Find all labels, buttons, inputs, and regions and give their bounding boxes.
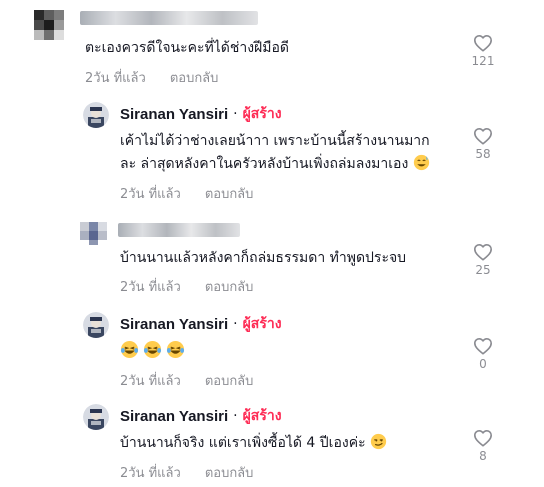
like-button[interactable]: 8: [468, 429, 498, 463]
creator-badge: ผู้สร้าง: [242, 408, 282, 424]
laughing-tears-emoji: [143, 340, 162, 359]
author-row: Siranan Yansiri · ผู้สร้าง: [120, 103, 282, 125]
username[interactable]: Siranan Yansiri: [120, 408, 228, 425]
timestamp: 2วัน ที่แล้ว: [120, 374, 181, 389]
like-count: 58: [475, 147, 491, 161]
comment-text-line-2: ละ ล่าสุดหลังคาในครัวหลังบ้านเพิ่งถล่มลง…: [120, 156, 409, 172]
avatar[interactable]: [83, 312, 109, 338]
reply-button[interactable]: ตอบกลับ: [205, 462, 254, 483]
username[interactable]: Siranan Yansiri: [120, 316, 228, 333]
reply-button[interactable]: ตอบกลับ: [205, 276, 254, 297]
timestamp: 2วัน ที่แล้ว: [120, 466, 181, 481]
smirk-emoji: [370, 433, 387, 450]
comment-meta: 2วัน ที่แล้ว ตอบกลับ: [85, 67, 218, 88]
avatar[interactable]: [78, 218, 108, 246]
like-button[interactable]: 58: [468, 127, 498, 161]
comment-text: บ้านนานแล้วหลังคาก็ถล่มธรรมดา ทำพูดประจบ: [120, 250, 407, 266]
laughing-tears-emoji: [120, 340, 139, 359]
timestamp: 2วัน ที่แล้ว: [120, 187, 181, 202]
like-count: 8: [479, 449, 487, 463]
username[interactable]: Siranan Yansiri: [120, 106, 228, 123]
comment-text: ตะเองควรดีใจนะคะที่ได้ช่างฝีมือดี: [85, 40, 289, 56]
heart-outline-icon: [474, 337, 492, 355]
comment-text: บ้านนานก็จริง แต่เราเพิ่งซื้อได้ 4 ปีเอง…: [120, 435, 366, 451]
like-count: 25: [475, 263, 491, 277]
separator: ·: [233, 106, 238, 122]
author-row: Siranan Yansiri · ผู้สร้าง: [120, 405, 282, 427]
creator-badge: ผู้สร้าง: [242, 106, 282, 122]
comment-meta: 2วัน ที่แล้ว ตอบกลับ: [120, 276, 253, 297]
timestamp: 2วัน ที่แล้ว: [120, 280, 181, 295]
like-count: 121: [471, 54, 495, 68]
author-row: Siranan Yansiri · ผู้สร้าง: [120, 313, 282, 335]
comment-meta: 2วัน ที่แล้ว ตอบกลับ: [120, 462, 253, 483]
like-button[interactable]: 25: [468, 243, 498, 277]
reply-button[interactable]: ตอบกลับ: [205, 183, 254, 204]
heart-outline-icon: [474, 34, 492, 52]
avatar[interactable]: [83, 404, 109, 430]
comment-text-wrap: บ้านนานก็จริง แต่เราเพิ่งซื้อได้ 4 ปีเอง…: [120, 432, 387, 455]
like-button[interactable]: 121: [468, 34, 498, 68]
like-count: 0: [479, 357, 487, 371]
timestamp: 2วัน ที่แล้ว: [85, 71, 146, 86]
redacted-username: [118, 223, 240, 237]
heart-outline-icon: [474, 127, 492, 145]
comment-emojis: [120, 340, 185, 364]
comment-meta: 2วัน ที่แล้ว ตอบกลับ: [120, 370, 253, 391]
sweat-smile-emoji: [413, 154, 429, 171]
like-button[interactable]: 0: [468, 337, 498, 371]
avatar[interactable]: [30, 8, 70, 44]
reply-button[interactable]: ตอบกลับ: [205, 370, 254, 391]
heart-outline-icon: [474, 243, 492, 261]
separator: ·: [233, 316, 238, 332]
heart-outline-icon: [474, 429, 492, 447]
reply-button[interactable]: ตอบกลับ: [170, 67, 219, 88]
laughing-tears-emoji: [166, 340, 185, 359]
comment-text-line-1: เค้าไม่ได้ว่าช่างเลยน้าาา เพราะบ้านนี้สร…: [120, 133, 430, 149]
separator: ·: [233, 408, 238, 424]
comment-text-line-2-wrap: ละ ล่าสุดหลังคาในครัวหลังบ้านเพิ่งถล่มลง…: [120, 153, 430, 176]
creator-badge: ผู้สร้าง: [242, 316, 282, 332]
comment-meta: 2วัน ที่แล้ว ตอบกลับ: [120, 183, 253, 204]
avatar[interactable]: [83, 102, 109, 128]
redacted-username: [80, 11, 258, 25]
